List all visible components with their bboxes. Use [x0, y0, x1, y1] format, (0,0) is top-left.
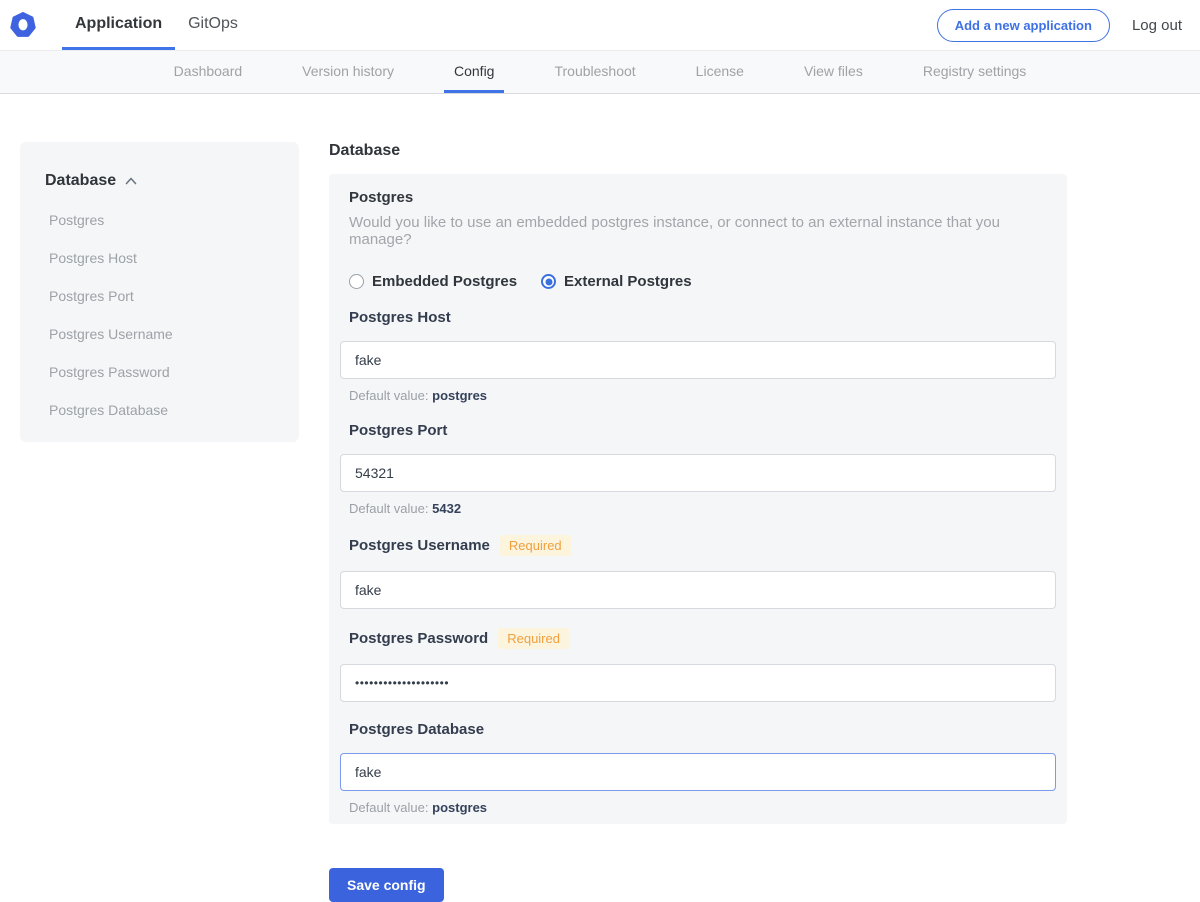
config-main: Database Postgres Would you like to use …: [329, 142, 1067, 902]
sidebar-item-postgres-host[interactable]: Postgres Host: [45, 250, 279, 266]
radio-external-postgres-label: External Postgres: [564, 273, 692, 290]
app-sub-nav: Dashboard Version history Config Trouble…: [0, 50, 1200, 94]
postgres-database-label: Postgres Database: [349, 721, 484, 738]
logout-link[interactable]: Log out: [1132, 17, 1182, 34]
sidebar-item-postgres-port[interactable]: Postgres Port: [45, 288, 279, 304]
default-value: postgres: [432, 800, 487, 815]
top-nav-right: Add a new application Log out: [937, 0, 1200, 50]
radio-embedded-postgres[interactable]: Embedded Postgres: [349, 273, 517, 290]
subnav-item-registry-settings[interactable]: Registry settings: [913, 51, 1036, 93]
postgres-database-input[interactable]: [340, 753, 1056, 791]
radio-embedded-postgres-label: Embedded Postgres: [372, 273, 517, 290]
field-postgres-username: Postgres Username Required: [340, 535, 1056, 609]
field-postgres-host: Postgres Host Default value: postgres: [340, 309, 1056, 403]
subnav-item-view-files[interactable]: View files: [794, 51, 873, 93]
heptagon-logo-icon: [10, 12, 36, 38]
sidebar-item-postgres-password[interactable]: Postgres Password: [45, 364, 279, 380]
postgres-radio-group: Embedded Postgres External Postgres: [349, 273, 1056, 290]
subnav-item-version-history[interactable]: Version history: [292, 51, 404, 93]
postgres-password-label: Postgres Password: [349, 630, 488, 647]
subnav-item-license[interactable]: License: [686, 51, 754, 93]
config-sidebar: Database Postgres Postgres Host Postgres…: [20, 142, 299, 442]
sidebar-group-database-label: Database: [45, 172, 116, 190]
subnav-item-config[interactable]: Config: [444, 51, 504, 93]
postgres-port-label: Postgres Port: [349, 422, 447, 439]
field-postgres-password: Postgres Password Required: [340, 628, 1056, 702]
sidebar-item-postgres-username[interactable]: Postgres Username: [45, 326, 279, 342]
postgres-host-default: Default value: postgres: [349, 388, 1056, 403]
radio-unselected-icon: [349, 274, 364, 289]
add-application-button[interactable]: Add a new application: [937, 9, 1110, 42]
top-tab-application-label: Application: [75, 15, 162, 33]
subnav-item-troubleshoot[interactable]: Troubleshoot: [544, 51, 645, 93]
radio-selected-icon: [541, 274, 556, 289]
postgres-help-text: Would you like to use an embedded postgr…: [349, 214, 1047, 248]
top-tab-gitops[interactable]: GitOps: [175, 0, 251, 50]
database-config-panel: Postgres Would you like to use an embedd…: [329, 174, 1067, 824]
admin-console-page: Application GitOps Add a new application…: [0, 0, 1200, 874]
default-value: postgres: [432, 388, 487, 403]
subnav-item-dashboard[interactable]: Dashboard: [164, 51, 253, 93]
default-label: Default value:: [349, 800, 429, 815]
postgres-host-input[interactable]: [340, 341, 1056, 379]
default-value: 5432: [432, 501, 461, 516]
required-badge: Required: [498, 628, 569, 649]
top-tab-gitops-label: GitOps: [188, 15, 238, 33]
required-badge: Required: [500, 535, 571, 556]
postgres-host-label: Postgres Host: [349, 309, 451, 326]
sidebar-item-postgres[interactable]: Postgres: [45, 212, 279, 228]
postgres-group-label: Postgres: [349, 189, 1056, 206]
postgres-port-input[interactable]: [340, 454, 1056, 492]
save-config-button[interactable]: Save config: [329, 868, 444, 902]
default-label: Default value:: [349, 388, 429, 403]
postgres-database-default: Default value: postgres: [349, 800, 1056, 815]
radio-external-postgres[interactable]: External Postgres: [541, 273, 692, 290]
content-layout: Database Postgres Postgres Host Postgres…: [0, 94, 1200, 902]
default-label: Default value:: [349, 501, 429, 516]
top-tab-application[interactable]: Application: [62, 0, 175, 50]
page-title: Database: [329, 142, 1067, 160]
top-nav: Application GitOps Add a new application…: [0, 0, 1200, 50]
postgres-username-label: Postgres Username: [349, 537, 490, 554]
postgres-password-input[interactable]: [340, 664, 1056, 702]
chevron-up-icon: [125, 177, 137, 185]
field-postgres-database: Postgres Database Default value: postgre…: [340, 721, 1056, 815]
sidebar-group-database[interactable]: Database: [45, 172, 279, 190]
app-logo[interactable]: [10, 0, 36, 50]
sidebar-item-postgres-database[interactable]: Postgres Database: [45, 402, 279, 418]
postgres-username-input[interactable]: [340, 571, 1056, 609]
postgres-port-default: Default value: 5432: [349, 501, 1056, 516]
field-postgres-port: Postgres Port Default value: 5432: [340, 422, 1056, 516]
